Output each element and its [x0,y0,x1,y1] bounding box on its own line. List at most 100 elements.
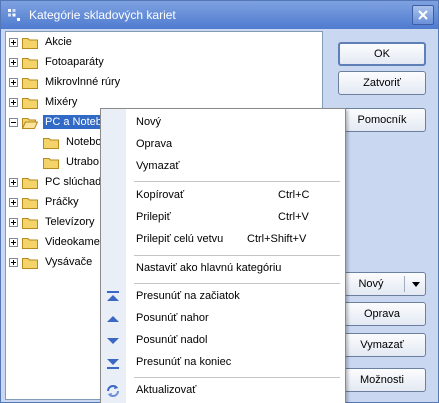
tree-node[interactable]: Televízory [9,213,97,231]
tree-node[interactable]: PC slúchad [9,173,103,191]
menu-item-move-down[interactable]: Posunúť nadol [101,330,345,352]
menu-item-move-to-bottom[interactable]: Presunúť na koniec [101,352,345,374]
folder-icon [43,137,59,149]
menu-separator [134,283,340,284]
folder-icon [22,97,38,109]
tree-node[interactable]: Fotoaparáty [9,53,106,71]
move-down-icon [107,338,119,344]
move-to-bottom-icon [107,359,119,369]
delete-button[interactable]: Vymazať [338,333,426,357]
menu-item-label: Presunúť na začiatok [136,290,240,302]
tree-node-label: Fotoaparáty [45,56,104,68]
dropdown-arrow-button[interactable] [409,277,423,291]
tree-node-label: Televízory [45,216,95,228]
window-title: Kategórie skladových kariet [29,8,176,22]
tree-node-label: PC slúchad [45,176,102,188]
folder-icon [22,217,38,229]
menu-separator [134,255,340,256]
menu-item-label: Oprava [136,138,173,150]
tree-node-label: Mixéry [45,96,78,108]
tree-node[interactable]: Videokame [9,233,102,251]
menu-item-paste-branch[interactable]: Prilepiť celú vetvu Ctrl+Shift+V [101,229,345,251]
menu-item-delete[interactable]: Vymazať [101,156,345,178]
close-icon [418,10,428,20]
tree-node-label: Notebo [66,136,102,148]
tree-node[interactable]: Akcie [9,33,74,51]
tree-node-label: Vysávače [45,256,93,268]
title-bar[interactable]: Kategórie skladových kariet [1,1,438,29]
tree-node[interactable]: Utrabo [43,153,101,171]
folder-icon [43,157,59,169]
menu-item-label: Posunúť nadol [136,334,208,346]
menu-item-label: Kopírovať [136,189,185,201]
menu-item-copy[interactable]: Kopírovať Ctrl+C [101,185,345,207]
folder-icon [22,77,38,89]
folder-icon [22,197,38,209]
tree-node[interactable]: Notebo [43,133,103,151]
menu-item-refresh[interactable]: Aktualizovať [101,380,345,402]
ok-button[interactable]: OK [338,42,426,66]
tree-node-label: Akcie [45,36,72,48]
tree-node[interactable]: Mikrovlnné rúry [9,73,122,91]
menu-item-paste[interactable]: Prilepiť Ctrl+V [101,207,345,229]
refresh-icon [107,385,119,397]
close-button[interactable]: Zatvoriť [338,71,426,95]
expand-icon[interactable] [9,217,18,227]
menu-item-label: Vymazať [136,160,180,172]
folder-icon [22,37,38,49]
expand-icon[interactable] [9,177,18,187]
edit-button[interactable]: Oprava [338,302,426,326]
collapse-icon[interactable] [9,117,18,127]
app-icon [8,9,20,21]
tree-node-label: Utrabo [66,156,100,168]
chevron-down-icon [412,281,420,287]
menu-item-label: Prilepiť celú vetvu [136,233,224,245]
expand-icon[interactable] [9,37,18,47]
tree-node[interactable]: Práčky [9,193,81,211]
new-button[interactable]: Nový [339,273,403,295]
menu-item-label: Nový [136,116,162,128]
context-menu: Nový Oprava Vymazať Kopírovať Ctrl+C Pri… [100,108,346,403]
tree-node-label: Práčky [45,196,79,208]
tree-node-label: Videokame [45,236,100,248]
expand-icon[interactable] [9,237,18,247]
folder-icon [22,57,38,69]
tree-node-label: Mikrovlnné rúry [45,76,121,88]
expand-icon[interactable] [9,257,18,267]
move-up-icon [107,316,119,322]
split-divider [404,276,405,292]
tree-node[interactable]: Mixéry [9,93,79,111]
menu-item-label: Prilepiť [136,211,171,223]
expand-icon[interactable] [9,197,18,207]
tree-node-selected[interactable]: PC a Noteb [9,113,104,131]
folder-icon [22,257,38,269]
menu-item-move-to-top[interactable]: Presunúť na začiatok [101,286,345,308]
open-folder-icon [22,117,38,129]
menu-item-label: Presunúť na koniec [136,356,232,368]
expand-icon[interactable] [9,57,18,67]
move-to-top-icon [107,291,119,301]
tree-node[interactable]: Vysávače [9,253,94,271]
new-split-button[interactable]: Nový [338,272,426,296]
menu-separator [134,377,340,378]
menu-item-label: Posunúť nahor [136,312,209,324]
folder-icon [22,237,38,249]
options-button[interactable]: Možnosti [338,368,426,392]
dialog-window: Kategórie skladových kariet Akcie Fotoap… [0,0,439,403]
menu-item-move-up[interactable]: Posunúť nahor [101,308,345,330]
folder-icon [22,177,38,189]
menu-item-edit[interactable]: Oprava [101,134,345,156]
menu-item-shortcut: Ctrl+C [278,189,310,201]
expand-icon[interactable] [9,97,18,107]
tree-node-label: PC a Noteb [43,115,104,129]
help-button[interactable]: Pomocník [338,108,426,132]
menu-item-label: Nastaviť ako hlavnú kategóriu [136,262,282,274]
expand-icon[interactable] [9,77,18,87]
menu-item-new[interactable]: Nový [101,112,345,134]
close-window-button[interactable] [412,5,434,25]
menu-item-shortcut: Ctrl+V [278,211,309,223]
menu-item-shortcut: Ctrl+Shift+V [247,233,307,245]
menu-separator [134,181,340,182]
menu-item-label: Aktualizovať [136,384,197,396]
menu-item-set-main-category[interactable]: Nastaviť ako hlavnú kategóriu [101,258,345,280]
